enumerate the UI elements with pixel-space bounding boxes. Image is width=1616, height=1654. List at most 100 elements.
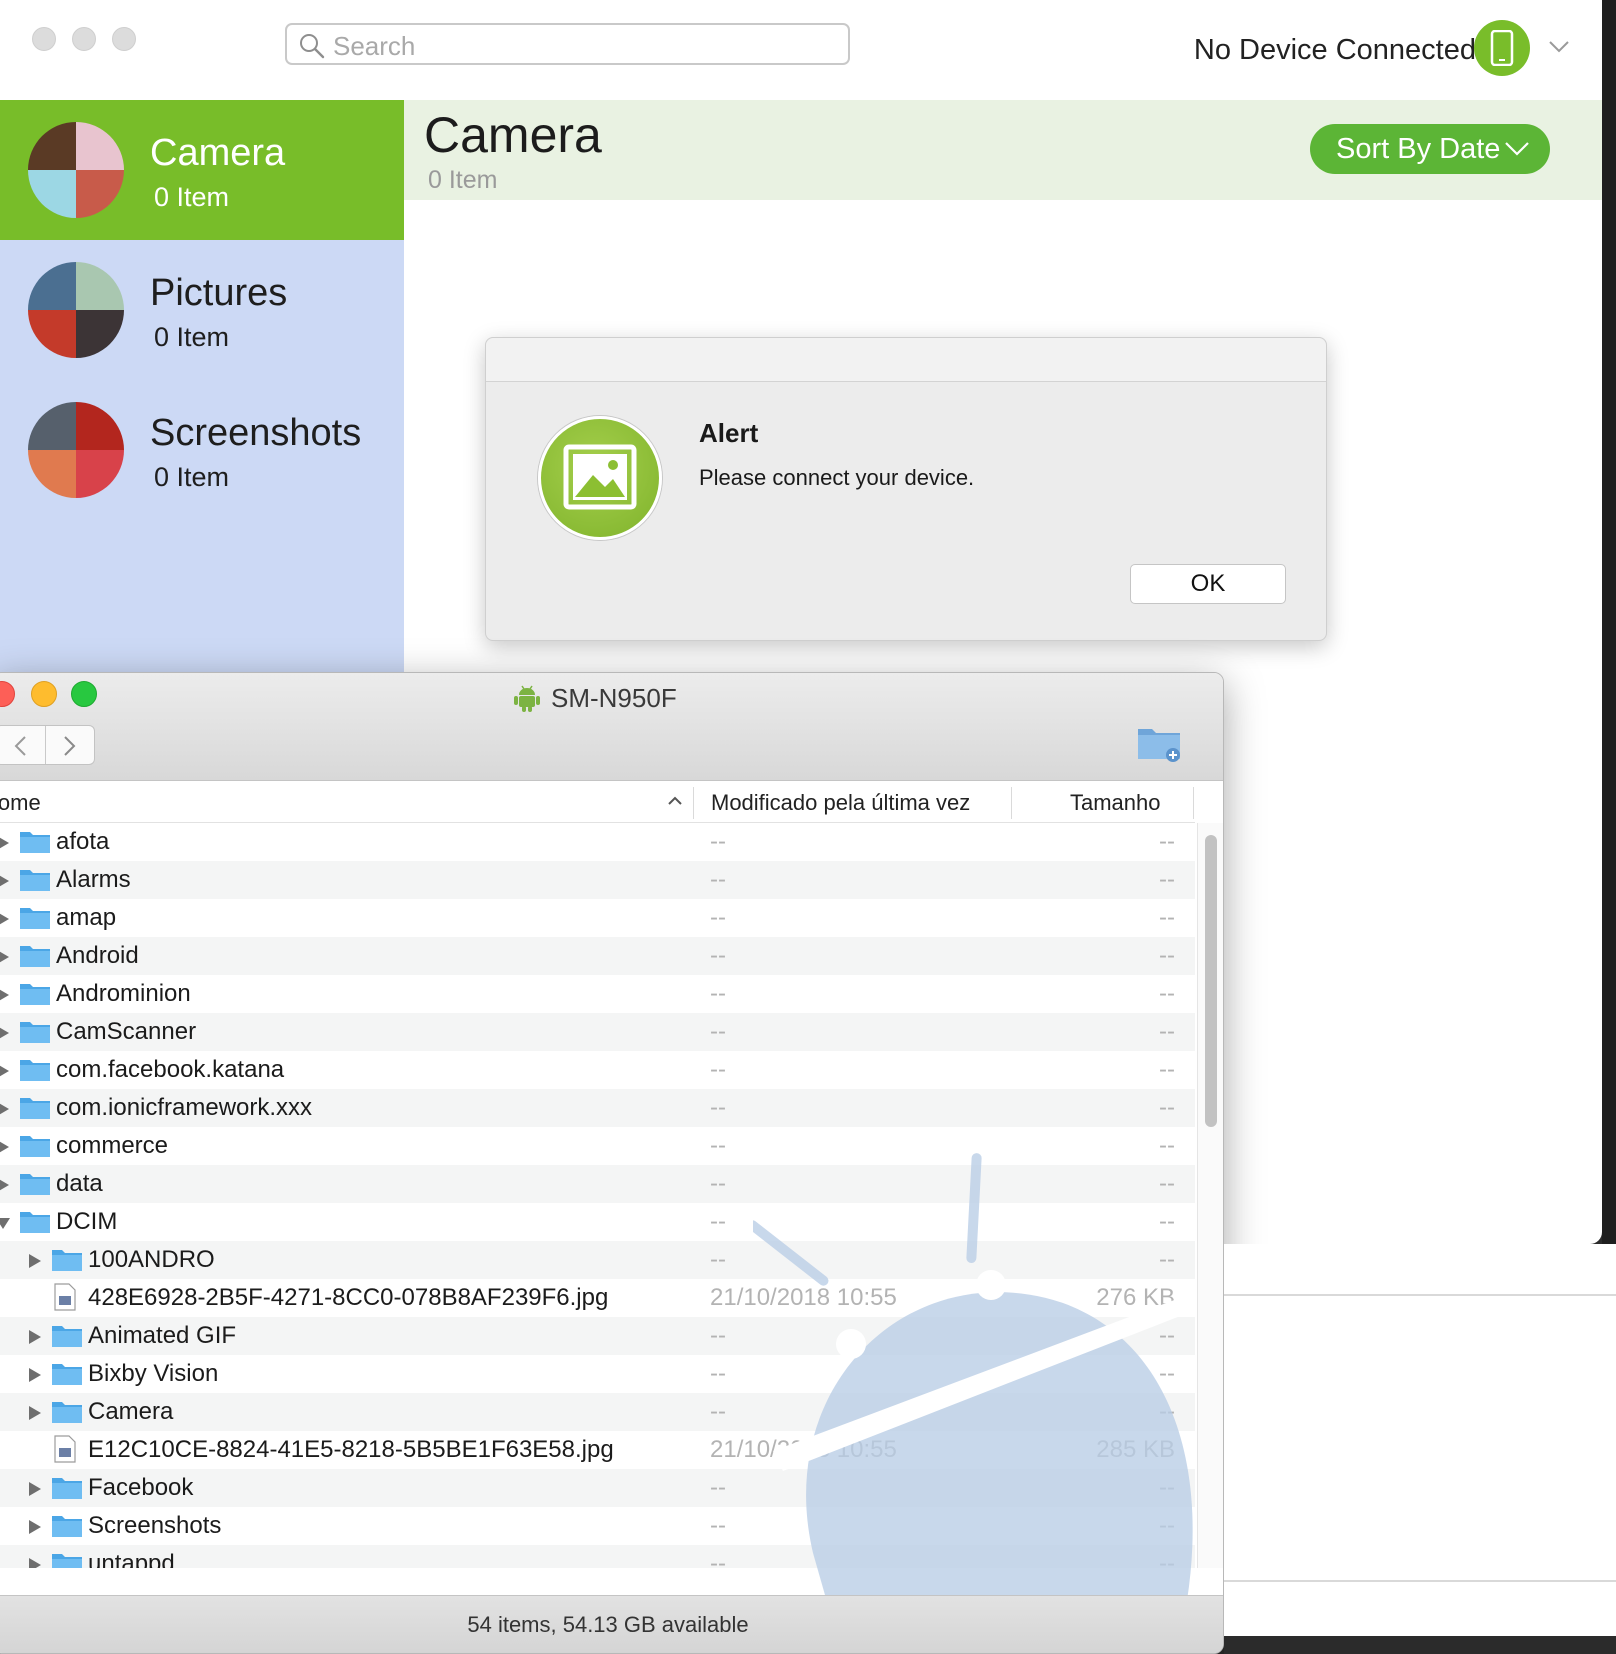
desktop-edge <box>1224 1636 1616 1654</box>
window-title: SM-N950F <box>513 681 677 715</box>
disclosure-collapsed-icon[interactable] <box>0 835 11 851</box>
close-window-button[interactable] <box>32 27 56 51</box>
column-modified[interactable]: Modificado pela última vez <box>711 790 970 816</box>
divider <box>1224 1580 1616 1582</box>
item-name: data <box>56 1170 103 1197</box>
folder-row[interactable]: amap -- -- <box>0 899 1195 937</box>
disclosure-collapsed-icon[interactable] <box>0 873 11 889</box>
item-modified: -- <box>710 1474 726 1501</box>
alert-titlebar <box>486 338 1326 382</box>
disclosure-collapsed-icon[interactable] <box>27 1557 43 1568</box>
album-count: 0 Item <box>154 322 230 352</box>
folder-icon <box>20 832 50 853</box>
folder-row[interactable]: Screenshots -- -- <box>0 1507 1195 1545</box>
item-name: DCIM <box>56 1208 118 1235</box>
album-camera[interactable]: Camera 0 Item <box>0 100 404 240</box>
disclosure-collapsed-icon[interactable] <box>27 1519 43 1535</box>
column-size[interactable]: Tamanho <box>1070 790 1161 816</box>
item-size: -- <box>1159 1512 1175 1539</box>
item-name: Alarms <box>56 866 131 893</box>
file-row[interactable]: 428E6928-2B5F-4271-8CC0-078B8AF239F6.jpg… <box>0 1279 1195 1317</box>
item-modified: -- <box>710 1132 726 1159</box>
folder-row[interactable]: Animated GIF -- -- <box>0 1317 1195 1355</box>
item-name: com.ionicframework.xxx <box>56 1094 313 1121</box>
disclosure-collapsed-icon[interactable] <box>27 1253 43 1269</box>
image-file-icon <box>54 1283 76 1311</box>
item-size: -- <box>1159 1056 1175 1083</box>
folder-row[interactable]: com.facebook.katana -- -- <box>0 1051 1195 1089</box>
zoom-window-button[interactable] <box>112 27 136 51</box>
folder-row[interactable]: CamScanner -- -- <box>0 1013 1195 1051</box>
close-window-button[interactable] <box>0 681 15 707</box>
album-thumbnail <box>28 402 124 498</box>
column-divider <box>693 787 694 819</box>
folder-row[interactable]: com.ionicframework.xxx -- -- <box>0 1089 1195 1127</box>
vertical-scrollbar[interactable] <box>1197 823 1223 1568</box>
item-size: 285 KB <box>1096 1436 1175 1463</box>
item-name: 428E6928-2B5F-4271-8CC0-078B8AF239F6.jpg <box>88 1284 609 1311</box>
item-size: -- <box>1159 1322 1175 1349</box>
item-modified: -- <box>710 1208 726 1235</box>
search-field[interactable]: Search <box>285 23 850 65</box>
disclosure-collapsed-icon[interactable] <box>27 1367 43 1383</box>
disclosure-collapsed-icon[interactable] <box>0 987 11 1003</box>
minimize-window-button[interactable] <box>31 681 57 707</box>
device-name: SM-N950F <box>551 682 677 713</box>
album-name: Pictures <box>150 272 288 314</box>
disclosure-collapsed-icon[interactable] <box>0 1025 11 1041</box>
column-name[interactable]: lome <box>0 790 41 816</box>
folder-row[interactable]: afota -- -- <box>0 823 1195 861</box>
disclosure-collapsed-icon[interactable] <box>0 949 11 965</box>
item-name: CamScanner <box>56 1018 197 1045</box>
scrollbar-thumb[interactable] <box>1205 835 1217 1127</box>
folder-row[interactable]: commerce -- -- <box>0 1127 1195 1165</box>
ok-button[interactable]: OK <box>1130 564 1286 604</box>
disclosure-expanded-icon[interactable] <box>0 1215 11 1231</box>
album-thumbnail <box>28 122 124 218</box>
new-folder-icon[interactable] <box>1136 723 1184 763</box>
zoom-window-button[interactable] <box>71 681 97 707</box>
status-text: 54 items, 54.13 GB available <box>467 1612 749 1637</box>
disclosure-collapsed-icon[interactable] <box>0 1177 11 1193</box>
item-name: Screenshots <box>88 1512 222 1539</box>
file-row[interactable]: E12C10CE-8824-41E5-8218-5B5BE1F63E58.jpg… <box>0 1431 1195 1469</box>
folder-row[interactable]: Alarms -- -- <box>0 861 1195 899</box>
folder-icon <box>52 1250 82 1271</box>
device-button[interactable] <box>1474 20 1530 76</box>
file-transfer-window: SM-N950F lome M <box>0 672 1224 1654</box>
chevron-right-icon <box>64 736 76 756</box>
item-size: -- <box>1159 1170 1175 1197</box>
disclosure-collapsed-icon[interactable] <box>0 911 11 927</box>
folder-row[interactable]: 100ANDRO -- -- <box>0 1241 1195 1279</box>
disclosure-collapsed-icon[interactable] <box>0 1063 11 1079</box>
folder-row[interactable]: Facebook -- -- <box>0 1469 1195 1507</box>
disclosure-collapsed-icon[interactable] <box>0 1139 11 1155</box>
folder-row[interactable]: Camera -- -- <box>0 1393 1195 1431</box>
album-pictures[interactable]: Pictures 0 Item <box>0 240 404 380</box>
folder-row[interactable]: untappd -- -- <box>0 1545 1195 1568</box>
folder-row[interactable]: data -- -- <box>0 1165 1195 1203</box>
disclosure-collapsed-icon[interactable] <box>27 1405 43 1421</box>
folder-row[interactable]: DCIM -- -- <box>0 1203 1195 1241</box>
item-modified: 21/10/2018 10:55 <box>710 1284 897 1311</box>
content-count: 0 Item <box>428 166 498 194</box>
folder-row[interactable]: Androminion -- -- <box>0 975 1195 1013</box>
album-thumbnail <box>28 262 124 358</box>
minimize-window-button[interactable] <box>72 27 96 51</box>
forward-button[interactable] <box>46 726 96 764</box>
sort-by-date-button[interactable]: Sort By Date <box>1310 124 1550 174</box>
album-screenshots[interactable]: Screenshots 0 Item <box>0 380 404 520</box>
disclosure-collapsed-icon[interactable] <box>0 1101 11 1117</box>
folder-row[interactable]: Android -- -- <box>0 937 1195 975</box>
item-size: -- <box>1159 1360 1175 1387</box>
chevron-down-icon[interactable] <box>1548 40 1570 54</box>
folder-icon <box>20 870 50 891</box>
item-modified: -- <box>710 980 726 1007</box>
folder-row[interactable]: Bixby Vision -- -- <box>0 1355 1195 1393</box>
back-button[interactable] <box>0 726 46 764</box>
disclosure-collapsed-icon[interactable] <box>27 1329 43 1345</box>
disclosure-collapsed-icon[interactable] <box>27 1481 43 1497</box>
item-modified: -- <box>710 1398 726 1425</box>
item-size: -- <box>1159 980 1175 1007</box>
item-modified: -- <box>710 1170 726 1197</box>
